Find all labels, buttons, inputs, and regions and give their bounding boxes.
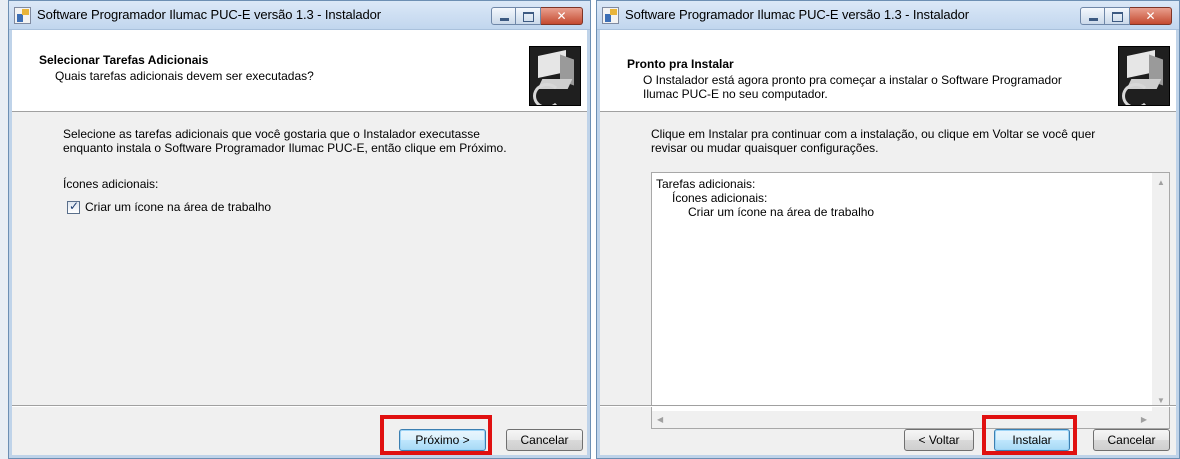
window-title: Software Programador Ilumac PUC-E versão… xyxy=(625,7,969,22)
title-bar[interactable]: Software Programador Ilumac PUC-E versão… xyxy=(9,1,590,30)
button-divider xyxy=(600,405,1176,407)
summary-line: Criar um ícone na área de trabalho xyxy=(688,205,875,219)
instruction-line-2: revisar ou mudar quaisquer configurações… xyxy=(651,141,879,155)
cancel-button[interactable]: Cancelar xyxy=(506,429,583,451)
page-subtitle-line-2: Ilumac PUC-E no seu computador. xyxy=(643,87,828,101)
maximize-button[interactable] xyxy=(516,7,541,25)
page-subtitle: Quais tarefas adicionais devem ser execu… xyxy=(55,69,314,83)
desktop-icon-option[interactable]: Criar um ícone na área de trabalho xyxy=(67,199,272,214)
back-button[interactable]: < Voltar xyxy=(904,429,974,451)
page-title: Selecionar Tarefas Adicionais xyxy=(39,53,209,67)
desktop-icon-checkbox[interactable] xyxy=(67,199,80,214)
window-title: Software Programador Ilumac PUC-E versão… xyxy=(37,7,381,22)
highlight-next-button xyxy=(380,415,492,455)
installer-app-icon xyxy=(14,7,31,24)
scroll-left-arrow-icon[interactable]: ◀ xyxy=(657,416,663,424)
installer-app-icon xyxy=(602,7,619,24)
page-title: Pronto pra Instalar xyxy=(627,57,734,71)
window-client-area: Pronto pra Instalar O Instalador está ag… xyxy=(600,30,1176,455)
window-client-area: Selecionar Tarefas Adicionais Quais tare… xyxy=(12,30,587,455)
cancel-button[interactable]: Cancelar xyxy=(1093,429,1170,451)
scroll-up-arrow-icon[interactable]: ▲ xyxy=(1157,179,1165,187)
summary-line: Ícones adicionais: xyxy=(672,191,768,205)
wizard-header: Selecionar Tarefas Adicionais Quais tare… xyxy=(12,30,587,112)
button-divider xyxy=(12,405,587,407)
installer-window-tasks: Software Programador Ilumac PUC-E versão… xyxy=(8,0,591,459)
instruction-line-1: Clique em Instalar pra continuar com a i… xyxy=(651,127,1096,141)
vertical-scrollbar[interactable]: ▲ ▼ xyxy=(1152,173,1169,411)
ready-summary-memo[interactable]: Tarefas adicionais: Ícones adicionais: C… xyxy=(651,172,1170,429)
maximize-button[interactable] xyxy=(1105,7,1130,25)
instruction-line-2: enquanto instala o Software Programador … xyxy=(63,141,507,155)
instruction-line-1: Selecione as tarefas adicionais que você… xyxy=(63,127,480,141)
computer-install-icon xyxy=(529,46,581,106)
page-subtitle: O Instalador está agora pronto pra começ… xyxy=(643,73,1098,101)
scroll-down-arrow-icon[interactable]: ▼ xyxy=(1157,397,1165,405)
installer-window-ready: Software Programador Ilumac PUC-E versão… xyxy=(596,0,1180,459)
title-bar[interactable]: Software Programador Ilumac PUC-E versão… xyxy=(597,1,1179,30)
page-subtitle-line-1: O Instalador está agora pronto pra começ… xyxy=(643,73,1062,87)
horizontal-scrollbar[interactable]: ◀ ▶ xyxy=(652,411,1152,428)
highlight-install-button xyxy=(982,415,1077,455)
desktop-icon-checkbox-label: Criar um ícone na área de trabalho xyxy=(85,200,272,214)
minimize-button[interactable] xyxy=(491,7,516,25)
wizard-header: Pronto pra Instalar O Instalador está ag… xyxy=(600,30,1176,112)
scrollbar-corner xyxy=(1152,411,1169,428)
additional-icons-label: Ícones adicionais: xyxy=(63,177,159,191)
window-controls xyxy=(1080,7,1172,25)
close-button[interactable] xyxy=(541,7,583,25)
window-controls xyxy=(491,7,583,25)
computer-install-icon xyxy=(1118,46,1170,106)
close-button[interactable] xyxy=(1130,7,1172,25)
scroll-right-arrow-icon[interactable]: ▶ xyxy=(1141,416,1147,424)
summary-line: Tarefas adicionais: xyxy=(656,177,756,191)
minimize-button[interactable] xyxy=(1080,7,1105,25)
